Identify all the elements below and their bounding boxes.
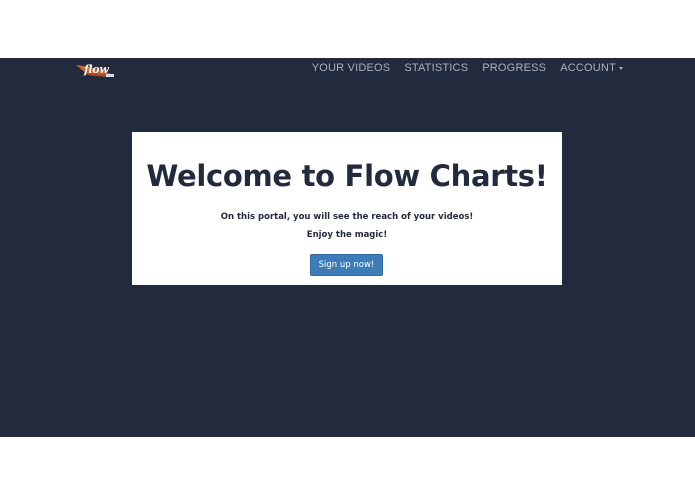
welcome-card: Welcome to Flow Charts! On this portal, … (132, 132, 562, 285)
caret-down-icon (619, 66, 623, 70)
nav-item-account-label: ACCOUNT (560, 62, 616, 74)
app-container: flow YOUR VIDEOS STATISTICS PROGRESS ACC… (0, 58, 695, 437)
nav-item-statistics[interactable]: STATISTICS (404, 62, 468, 74)
nav-links: YOUR VIDEOS STATISTICS PROGRESS ACCOUNT (312, 62, 623, 74)
nav-item-progress[interactable]: PROGRESS (482, 62, 546, 74)
nav-item-your-videos[interactable]: YOUR VIDEOS (312, 62, 391, 74)
logo-text: flow (84, 63, 109, 76)
intro-text: On this portal, you will see the reach o… (220, 212, 474, 222)
flow-logo-icon[interactable]: flow (76, 63, 116, 79)
nav-item-account[interactable]: ACCOUNT (560, 62, 623, 74)
page-title: Welcome to Flow Charts! (146, 159, 548, 193)
navbar: flow YOUR VIDEOS STATISTICS PROGRESS ACC… (0, 58, 695, 80)
tagline-text: Enjoy the magic! (306, 230, 388, 240)
sign-up-button[interactable]: Sign up now! (310, 254, 383, 276)
